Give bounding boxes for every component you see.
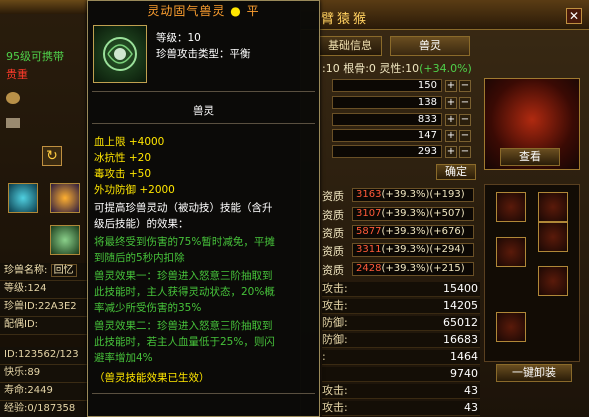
plus-button[interactable]: + bbox=[445, 146, 457, 158]
stat-row: 防御: 16683 bbox=[322, 333, 480, 348]
rarity-label: 贵重 bbox=[6, 68, 28, 81]
attr-bar: 150 bbox=[332, 79, 442, 92]
equip-slot-6[interactable] bbox=[496, 312, 526, 342]
effect-active: （兽灵技能效果已生效） bbox=[94, 372, 210, 384]
attr-bar: 147 bbox=[332, 129, 442, 142]
effect-line: 毒攻击 +50 bbox=[94, 168, 151, 180]
tooltip-level: 等级：10 bbox=[156, 32, 201, 44]
aptitude-label: 资质 bbox=[322, 190, 344, 203]
unequip-all-button[interactable]: 一键卸装 bbox=[496, 364, 572, 382]
equip-slot-4[interactable] bbox=[538, 222, 568, 252]
plus-button[interactable]: + bbox=[445, 97, 457, 109]
refresh-button[interactable]: ↻ bbox=[42, 146, 62, 166]
scroll-icon bbox=[6, 118, 20, 128]
attr-bar: 293 bbox=[332, 145, 442, 158]
minus-button[interactable]: − bbox=[459, 114, 471, 126]
attr-bar: 138 bbox=[332, 96, 442, 109]
aptitude-value: 3311(+39.3%)(+294) bbox=[352, 243, 474, 257]
spouse-id: 配偶ID: bbox=[0, 317, 90, 335]
green-desc: 此技能时，若主人血量低于25%，则闪 bbox=[94, 336, 275, 348]
equip-slot-5[interactable] bbox=[538, 266, 568, 296]
green-desc: 兽灵效果二：珍兽进入怒意三阶抽取到 bbox=[94, 320, 273, 332]
lifespan: 寿命:2449 bbox=[0, 383, 90, 401]
effect-line: 冰抗性 +20 bbox=[94, 152, 151, 164]
close-button[interactable]: ✕ bbox=[566, 8, 582, 24]
aptitude-label: 资质 bbox=[322, 264, 344, 277]
green-desc: 避率增加4% bbox=[94, 352, 153, 364]
minus-button[interactable]: − bbox=[459, 80, 471, 92]
minus-button[interactable]: − bbox=[459, 97, 471, 109]
spirit-item-icon bbox=[93, 25, 147, 83]
pet-id: 珍兽ID:22A3E2 bbox=[0, 299, 90, 317]
equip-slot-3[interactable] bbox=[496, 237, 526, 267]
equip-slot-2[interactable] bbox=[538, 192, 568, 222]
skill-slot-1[interactable] bbox=[8, 183, 38, 213]
aptitude-value: 3107(+39.3%)(+507) bbox=[352, 207, 474, 221]
skill-desc: 可提高珍兽灵动（被动技）技能（含升 bbox=[94, 202, 273, 214]
item-tooltip: 灵动固气兽灵 ● 平 等级：10 珍兽攻击类型：平衡 兽灵 血上限 +4000 … bbox=[87, 0, 320, 417]
aptitude-value: 2428(+39.3%)(+215) bbox=[352, 262, 474, 276]
green-desc: 兽灵效果一：珍兽进入怒意三阶抽取到 bbox=[94, 270, 273, 282]
equip-slot-1[interactable] bbox=[496, 192, 526, 222]
attribute-line: :10 根骨:0 灵性:10(+34.0%) bbox=[322, 62, 472, 75]
minus-button[interactable]: − bbox=[459, 130, 471, 142]
aptitude-label: 资质 bbox=[322, 209, 344, 222]
pet-name-input[interactable]: 回忆 bbox=[50, 264, 77, 277]
attr-bar: 833 bbox=[332, 113, 442, 126]
skill-slot-2[interactable] bbox=[50, 183, 80, 213]
plus-button[interactable]: + bbox=[445, 80, 457, 92]
tab-spirit[interactable]: 兽灵 bbox=[390, 36, 470, 56]
stat-row: 攻击: 14205 bbox=[322, 299, 480, 314]
minus-button[interactable]: − bbox=[459, 146, 471, 158]
aptitude-label: 资质 bbox=[322, 227, 344, 240]
top-frame bbox=[0, 0, 90, 14]
happiness: 快乐:89 bbox=[0, 365, 90, 383]
plus-button[interactable]: + bbox=[445, 130, 457, 142]
stat-row: 攻击: 43 bbox=[322, 384, 480, 399]
pet-list-panel: 95级可携带 贵重 ↻ 珍兽名称: 回忆 等级:124 珍兽ID:22A3E2 … bbox=[0, 0, 90, 417]
carry-level: 95级可携带 bbox=[6, 50, 64, 63]
stat-row: 防御: 65012 bbox=[322, 316, 480, 331]
helmet-icon bbox=[6, 92, 20, 104]
stat-row: 9740 bbox=[322, 367, 480, 382]
green-desc: 此技能时，主人获得灵动状态，20%概 bbox=[94, 286, 275, 298]
stat-row: :1464 bbox=[322, 350, 480, 365]
green-desc: 率减少所受伤害的35% bbox=[94, 302, 202, 314]
tooltip-slot-label: 兽灵 bbox=[193, 105, 214, 117]
effect-line: 血上限 +4000 bbox=[94, 136, 165, 148]
tooltip-attack-type: 珍兽攻击类型：平衡 bbox=[156, 48, 251, 60]
view-button[interactable]: 查看 bbox=[500, 148, 560, 166]
id-value: ID:123562/123 bbox=[0, 347, 90, 365]
green-desc: 将最终受到伤害的75%暂时减免，平摊 bbox=[94, 236, 275, 248]
spirit-slot-icon[interactable] bbox=[50, 225, 80, 255]
aptitude-label: 资质 bbox=[322, 245, 344, 258]
confirm-button[interactable]: 确定 bbox=[436, 164, 476, 180]
effect-line: 外功防御 +2000 bbox=[94, 184, 175, 196]
window-title: 臂猿猴 bbox=[321, 12, 370, 27]
tab-basic-info[interactable]: 基础信息 bbox=[318, 36, 382, 56]
plus-button[interactable]: + bbox=[445, 114, 457, 126]
tooltip-title: 灵动固气兽灵 ● 平 bbox=[147, 4, 260, 18]
experience: 经验:0/187358 bbox=[0, 401, 90, 417]
skill-desc: 级后技能）的效果： bbox=[94, 218, 189, 230]
stat-row: 攻击: 15400 bbox=[322, 282, 480, 297]
aptitude-value: 3163(+39.3%)(+193) bbox=[352, 188, 474, 202]
stat-row: 攻击: 43 bbox=[322, 401, 480, 416]
pet-level: 等级:124 bbox=[0, 281, 90, 299]
green-desc: 到随后的5秒内扣除 bbox=[94, 252, 185, 264]
aptitude-value: 5877(+39.3%)(+676) bbox=[352, 225, 474, 239]
pet-name-label: 珍兽名称: bbox=[4, 265, 48, 276]
